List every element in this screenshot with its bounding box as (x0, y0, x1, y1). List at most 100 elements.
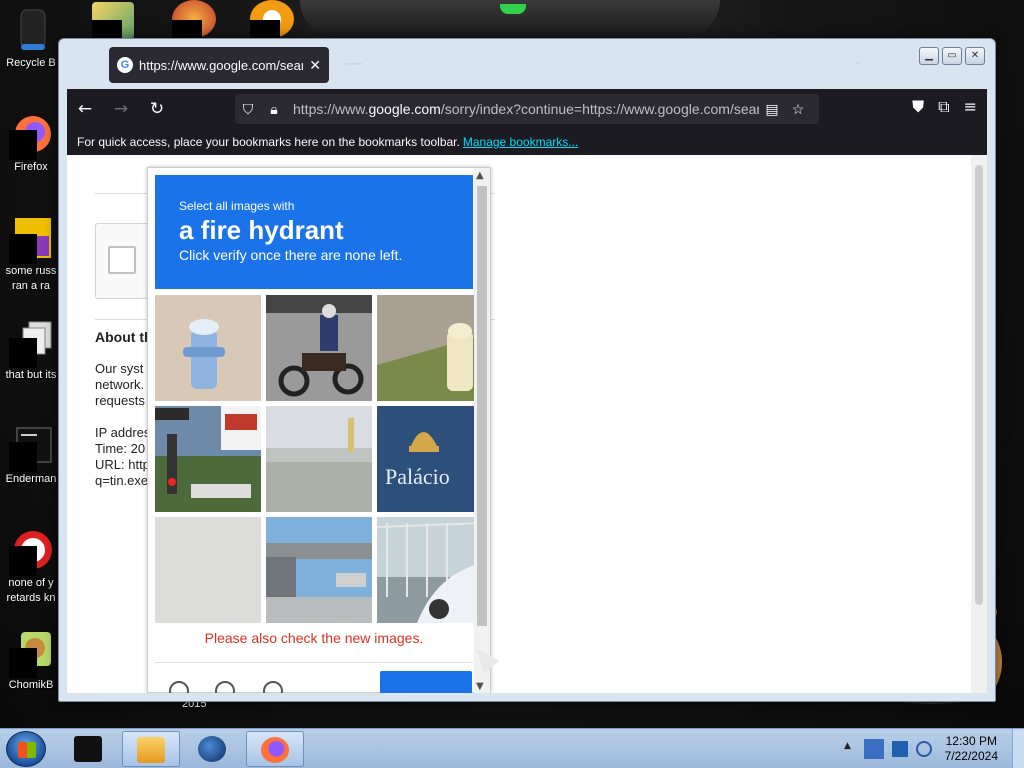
taskbar-app-terminal[interactable] (60, 731, 118, 767)
tracking-protection-shield-icon[interactable]: ⛉ (235, 101, 261, 118)
tile-blank[interactable] (155, 517, 261, 623)
firefox-icon (9, 112, 53, 160)
page-scroll-thumb[interactable] (975, 165, 983, 605)
close-button[interactable]: ✕ (965, 47, 985, 65)
desktop-icon-recycle-bin[interactable]: Recycle B (0, 8, 62, 71)
clock-time: 12:30 PM (945, 734, 997, 748)
about-line: IP addres (95, 425, 151, 440)
url-rest: /sorry/index?continue=https://www.google… (440, 101, 759, 117)
tile-fence-car[interactable] (377, 517, 483, 623)
audio-challenge-icon[interactable] (215, 681, 235, 693)
tile-bridge[interactable] (266, 517, 372, 623)
navigation-toolbar: ← → ↻ ⛉ 🔒︎ https://www.google.com/sorry/… (67, 89, 987, 129)
tile-highway[interactable] (266, 406, 372, 512)
start-button[interactable] (6, 731, 46, 767)
page-scrollbar[interactable] (971, 155, 987, 693)
desktop-icon-chomikbox[interactable]: ChomikB (0, 630, 62, 693)
tile-palacio-sign[interactable]: Palácio (377, 406, 483, 512)
address-bar[interactable]: ⛉ 🔒︎ https://www.google.com/sorry/index?… (235, 94, 819, 124)
recaptcha-widget[interactable] (95, 223, 155, 299)
bookmarks-toolbar: For quick access, place your bookmarks h… (67, 129, 987, 155)
globe-icon (198, 736, 226, 762)
tile-fire-hydrant-blue[interactable] (155, 295, 261, 401)
recycle-bin-icon (9, 8, 53, 52)
url-prefix: https://www. (293, 101, 369, 117)
action-center-icon[interactable] (892, 741, 908, 757)
minimize-button[interactable]: ▁ (919, 47, 939, 65)
lock-icon[interactable]: 🔒︎ (261, 101, 287, 118)
recaptcha-checkbox[interactable] (108, 246, 136, 274)
top-dock (300, 0, 720, 38)
forward-icon[interactable]: → (103, 99, 139, 119)
about-line (95, 409, 155, 425)
about-line: Time: 20 (95, 441, 146, 456)
windows-logo-icon (18, 742, 36, 758)
desktop-icon-winrar[interactable]: some russ ran a ra (0, 216, 62, 294)
taskbar-app-firefox[interactable] (246, 731, 304, 767)
image-grid: Palácio (155, 295, 483, 623)
browser-tab[interactable]: G https://www.google.com/search ✕ (109, 47, 329, 83)
verify-button[interactable] (380, 671, 472, 693)
menu-hamburger-icon[interactable]: ≡ (964, 97, 977, 117)
desktop-icon-label: Enderman (5, 473, 57, 485)
tile-street-sign[interactable] (155, 406, 261, 512)
dock-gem-icon (500, 4, 526, 14)
hamster-icon (9, 630, 53, 678)
desktop-icon-label: some russ (5, 265, 57, 277)
challenge-target: a fire hydrant (179, 215, 344, 245)
desktop-icon-label: ChomikB (8, 679, 54, 691)
reader-view-icon[interactable]: ▤ (759, 101, 785, 118)
system-tray: ▲ 12:30 PM 7/22/2024 (840, 729, 1024, 768)
taskbar-app-globe[interactable] (184, 731, 242, 767)
desktop-icon-opera[interactable]: none of y retards kn (0, 528, 62, 606)
reload-icon[interactable]: ↻ (139, 99, 175, 119)
challenge-footer (155, 662, 473, 693)
desktop-icon-enderman[interactable]: Enderman (0, 424, 62, 487)
back-icon[interactable]: ← (67, 99, 103, 119)
firefox-icon (261, 737, 289, 763)
about-line: URL: http (95, 457, 150, 472)
desktop-icon-label: Recycle B (6, 57, 56, 69)
url-text[interactable]: https://www.google.com/sorry/index?conti… (293, 101, 759, 117)
desktop-icon-label-2: retards kn (6, 592, 56, 604)
window-controls: ▁ ▭ ✕ (919, 47, 985, 65)
desktop-icon-firefox[interactable]: Firefox (0, 112, 62, 175)
challenge-scrollbar[interactable]: ▲ ▼ (474, 168, 490, 693)
new-tab-icon[interactable]: — (345, 53, 363, 74)
manage-bookmarks-link[interactable]: Manage bookmarks... (463, 135, 578, 149)
tab-close-icon[interactable]: ✕ (309, 57, 321, 74)
network-icon[interactable] (864, 739, 884, 759)
desktop-icon-folder-stack[interactable]: that but its (0, 320, 62, 383)
palacio-sign-text: Palácio (385, 464, 450, 489)
info-icon[interactable] (263, 681, 283, 693)
desktop-icon-label-2: ran a ra (12, 280, 50, 292)
extensions-icon[interactable]: ⧉ (938, 97, 949, 117)
tab-title: https://www.google.com/search (139, 57, 304, 73)
challenge-instruction: Click verify once there are none left. (179, 247, 403, 263)
maximize-button[interactable]: ▭ (942, 47, 962, 65)
terminal-icon (9, 424, 53, 472)
pocket-icon[interactable]: ⛊ (912, 97, 924, 117)
clock[interactable]: 12:30 PM 7/22/2024 (945, 734, 998, 764)
show-hidden-icons-icon[interactable]: ▲ (844, 741, 860, 757)
url-domain: google.com (368, 101, 441, 117)
tile-motorcycle[interactable] (266, 295, 372, 401)
scroll-thumb[interactable] (477, 186, 487, 626)
desktop-icon-label: that but its (5, 369, 57, 381)
scroll-up-icon[interactable]: ▲ (476, 170, 484, 181)
bookmarks-hint: For quick access, place your bookmarks h… (77, 135, 460, 149)
media-player-icon (137, 737, 165, 763)
show-desktop-button[interactable] (1012, 729, 1024, 768)
volume-icon[interactable] (916, 741, 932, 757)
taskbar-app-media[interactable] (122, 731, 180, 767)
list-all-tabs-icon[interactable]: ⌄ (853, 53, 863, 67)
about-line: Our syst (95, 361, 144, 376)
reload-challenge-icon[interactable] (169, 681, 189, 693)
about-line: q=tin.exe (95, 473, 149, 488)
taskbar: ▲ 12:30 PM 7/22/2024 (0, 728, 1024, 768)
bookmark-star-icon[interactable]: ☆ (785, 101, 811, 118)
check-new-images-warning: Please also check the new images. (204, 630, 424, 646)
clock-date: 7/22/2024 (944, 749, 998, 763)
tile-fire-hydrant-yellow[interactable] (377, 295, 483, 401)
scroll-down-icon[interactable]: ▼ (476, 681, 484, 692)
